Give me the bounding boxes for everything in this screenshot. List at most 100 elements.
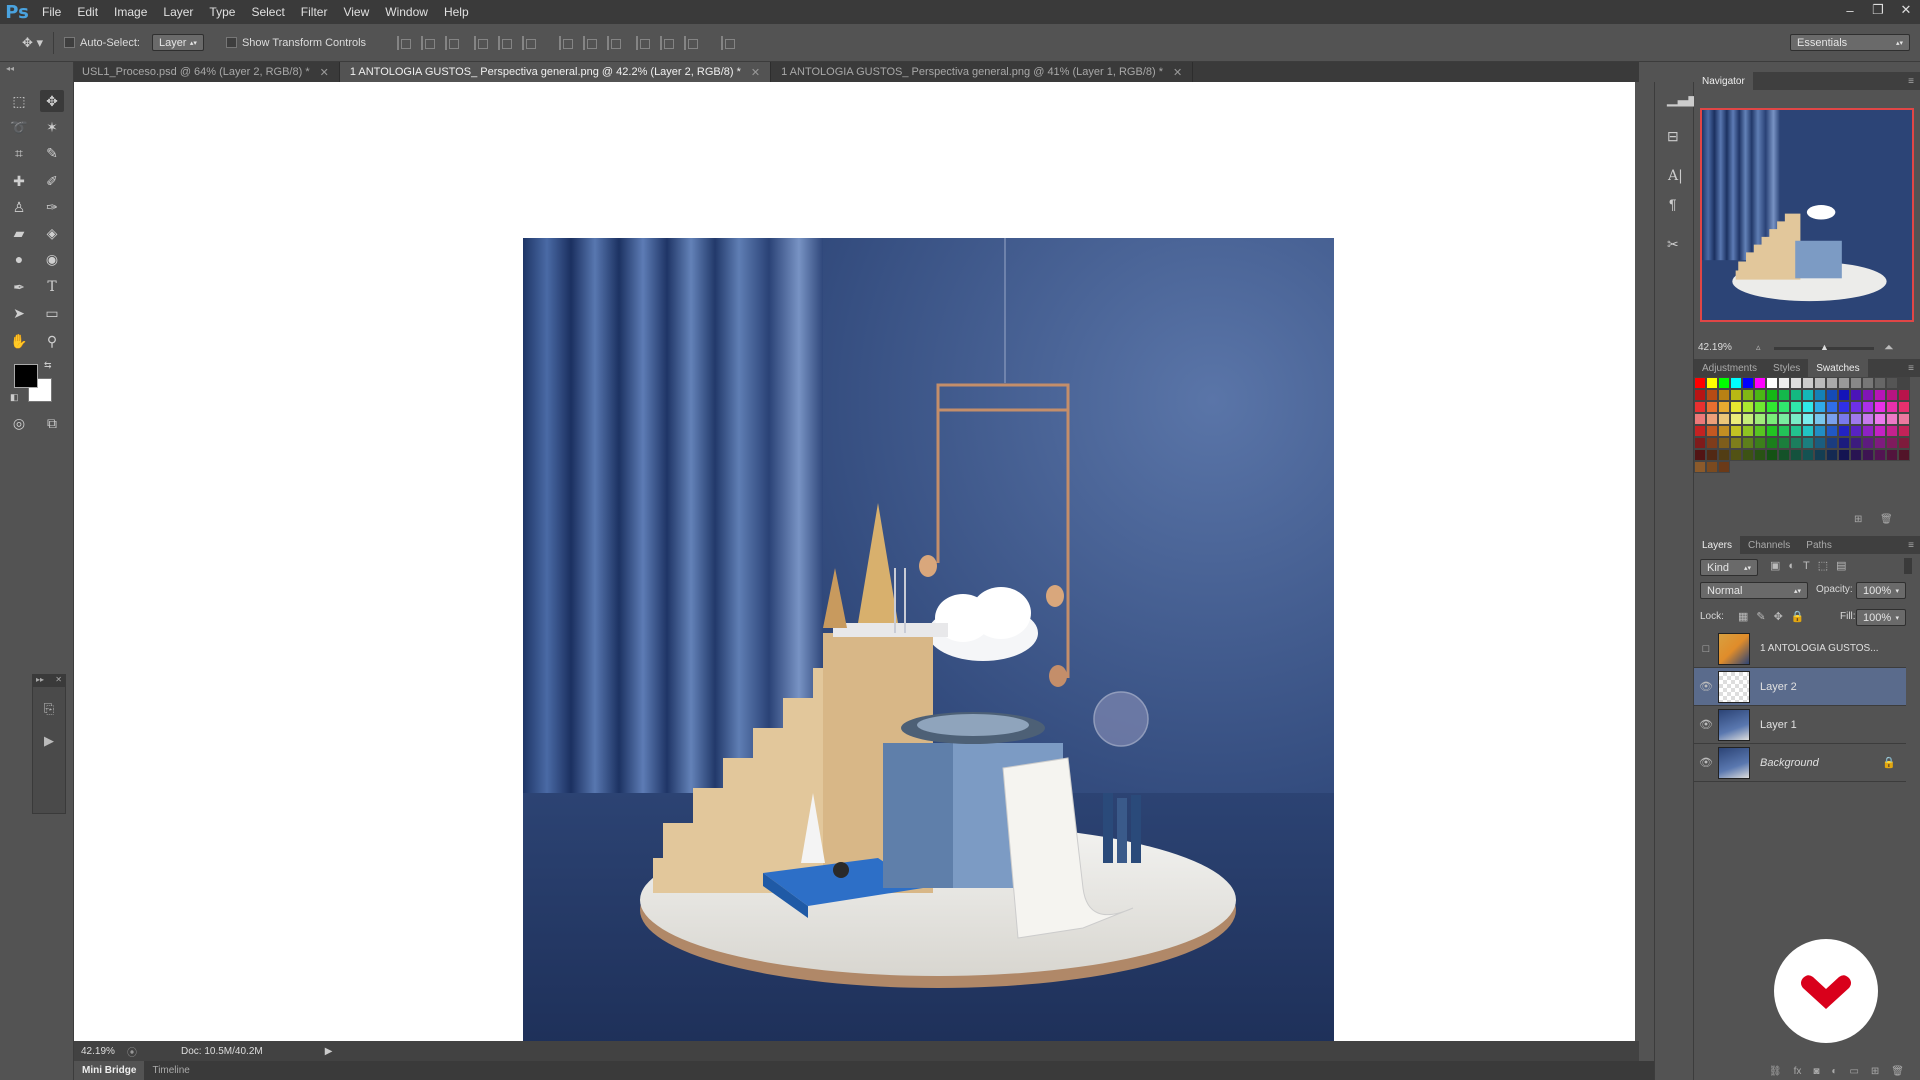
close-icon[interactable]: ✕ [751, 66, 760, 79]
blur-tool-icon[interactable]: ● [7, 248, 31, 270]
color-swatch[interactable] [1802, 413, 1814, 425]
tools-collapse-icon[interactable]: ◂◂ [6, 64, 14, 73]
color-swatch[interactable] [1826, 413, 1838, 425]
eye-icon[interactable]: 👁 [1694, 680, 1718, 693]
color-swatch[interactable] [1802, 377, 1814, 389]
canvas-area[interactable] [74, 82, 1635, 1049]
color-swatch[interactable] [1778, 449, 1790, 461]
zoom-in-icon[interactable]: ⏶ [1884, 340, 1894, 355]
fx-icon[interactable]: fx [1794, 1066, 1802, 1077]
color-swatch[interactable] [1898, 377, 1910, 389]
brush-tool-icon[interactable]: ✐ [40, 170, 64, 192]
color-swatch[interactable] [1730, 449, 1742, 461]
color-swatch[interactable] [1814, 449, 1826, 461]
zoom-out-icon[interactable]: ▵ [1756, 342, 1761, 353]
color-swatch[interactable] [1790, 389, 1802, 401]
color-swatch[interactable] [1874, 389, 1886, 401]
color-swatch[interactable] [1790, 401, 1802, 413]
minimize-button[interactable]: ‒ [1836, 0, 1864, 20]
delete-layer-icon[interactable]: 🗑 [1891, 1066, 1904, 1077]
color-swatch[interactable] [1814, 401, 1826, 413]
color-swatch[interactable] [1694, 437, 1706, 449]
color-swatch[interactable] [1766, 413, 1778, 425]
color-swatch[interactable] [1874, 401, 1886, 413]
color-swatch[interactable] [1754, 389, 1766, 401]
new-swatch-icon[interactable]: ⊞ [1854, 514, 1862, 525]
menu-window[interactable]: Window [377, 5, 436, 19]
layer-row[interactable]: 👁 Layer 1 [1694, 706, 1906, 744]
color-swatch[interactable] [1862, 377, 1874, 389]
color-swatch[interactable] [1718, 401, 1730, 413]
layer-filter-toggle[interactable] [1904, 558, 1912, 574]
swap-colors-icon[interactable]: ⇆ [44, 360, 52, 371]
pen-tool-icon[interactable]: ✒ [7, 276, 31, 298]
eye-icon[interactable]: 👁 [1694, 718, 1718, 731]
color-swatch[interactable] [1778, 377, 1790, 389]
navigator-zoom-value[interactable]: 42.19% [1698, 342, 1732, 353]
color-swatch[interactable] [1754, 449, 1766, 461]
color-swatch[interactable] [1826, 401, 1838, 413]
color-swatch[interactable] [1706, 389, 1718, 401]
color-swatch[interactable] [1886, 413, 1898, 425]
layer-filter-icons[interactable]: ▣◐T⬚▤ [1770, 559, 1855, 572]
color-swatch[interactable] [1790, 425, 1802, 437]
color-swatch[interactable] [1766, 401, 1778, 413]
menu-view[interactable]: View [335, 5, 377, 19]
paint-bucket-tool-icon[interactable]: ◈ [40, 222, 64, 244]
color-swatch[interactable] [1718, 389, 1730, 401]
color-swatch[interactable] [1718, 413, 1730, 425]
color-swatch[interactable] [1862, 401, 1874, 413]
color-swatch[interactable] [1718, 437, 1730, 449]
fill-input[interactable]: 100% ▾ [1856, 609, 1906, 626]
align-hcenter-icon[interactable] [498, 35, 513, 50]
color-swatch[interactable] [1826, 449, 1838, 461]
close-panel-icon[interactable]: ✕ [55, 675, 62, 687]
info-panel-icon[interactable]: ⊟ [1667, 128, 1679, 145]
color-swatch[interactable] [1838, 389, 1850, 401]
color-swatch[interactable] [1850, 425, 1862, 437]
menu-edit[interactable]: Edit [69, 5, 106, 19]
tab-timeline[interactable]: Timeline [144, 1065, 197, 1076]
add-mask-icon[interactable]: ◙ [1813, 1066, 1819, 1077]
new-group-icon[interactable]: ▭ [1849, 1066, 1858, 1077]
paragraph-panel-icon[interactable]: ¶ [1669, 196, 1677, 212]
color-swatch[interactable] [1694, 377, 1706, 389]
lock-icons[interactable]: ▦✎✥🔒 [1738, 610, 1813, 623]
marquee-tool-icon[interactable]: ⬚ [7, 90, 31, 112]
align-right-icon[interactable] [522, 35, 537, 50]
tab-paths[interactable]: Paths [1798, 536, 1840, 554]
dodge-tool-icon[interactable]: ◉ [40, 248, 64, 270]
color-swatch[interactable] [1730, 425, 1742, 437]
color-swatch[interactable] [1778, 389, 1790, 401]
color-swatch[interactable] [1898, 425, 1910, 437]
distribute-left-icon[interactable] [636, 35, 651, 50]
panel-menu-icon[interactable]: ≡ [1908, 540, 1914, 551]
color-swatch[interactable] [1802, 401, 1814, 413]
tab-antologia-layer1[interactable]: 1 ANTOLOGIA GUSTOS_ Perspectiva general.… [771, 62, 1194, 82]
tab-styles[interactable]: Styles [1765, 359, 1808, 377]
color-swatch[interactable] [1754, 425, 1766, 437]
menu-select[interactable]: Select [243, 5, 292, 19]
align-left-icon[interactable] [474, 35, 489, 50]
color-swatch[interactable] [1778, 413, 1790, 425]
color-swatch[interactable] [1886, 377, 1898, 389]
menu-filter[interactable]: Filter [293, 5, 336, 19]
healing-brush-tool-icon[interactable]: ✚ [7, 170, 31, 192]
color-swatch[interactable] [1766, 377, 1778, 389]
color-swatch[interactable] [1706, 401, 1718, 413]
color-swatch[interactable] [1694, 389, 1706, 401]
zoom-slider-thumb[interactable]: ▲ [1820, 342, 1829, 352]
distribute-bottom-icon[interactable] [607, 35, 622, 50]
crop-tool-icon[interactable]: ⌗ [7, 142, 31, 164]
rectangle-tool-icon[interactable]: ▭ [40, 302, 64, 324]
panel-menu-icon[interactable]: ≡ [1908, 363, 1914, 374]
color-swatch[interactable] [1850, 377, 1862, 389]
color-swatch[interactable] [1850, 449, 1862, 461]
color-swatch[interactable] [1694, 449, 1706, 461]
color-swatch[interactable] [1730, 401, 1742, 413]
color-swatch[interactable] [1742, 437, 1754, 449]
color-swatch[interactable] [1886, 449, 1898, 461]
color-swatch[interactable] [1814, 389, 1826, 401]
auto-align-icon[interactable] [721, 35, 736, 50]
distribute-right-icon[interactable] [684, 35, 699, 50]
